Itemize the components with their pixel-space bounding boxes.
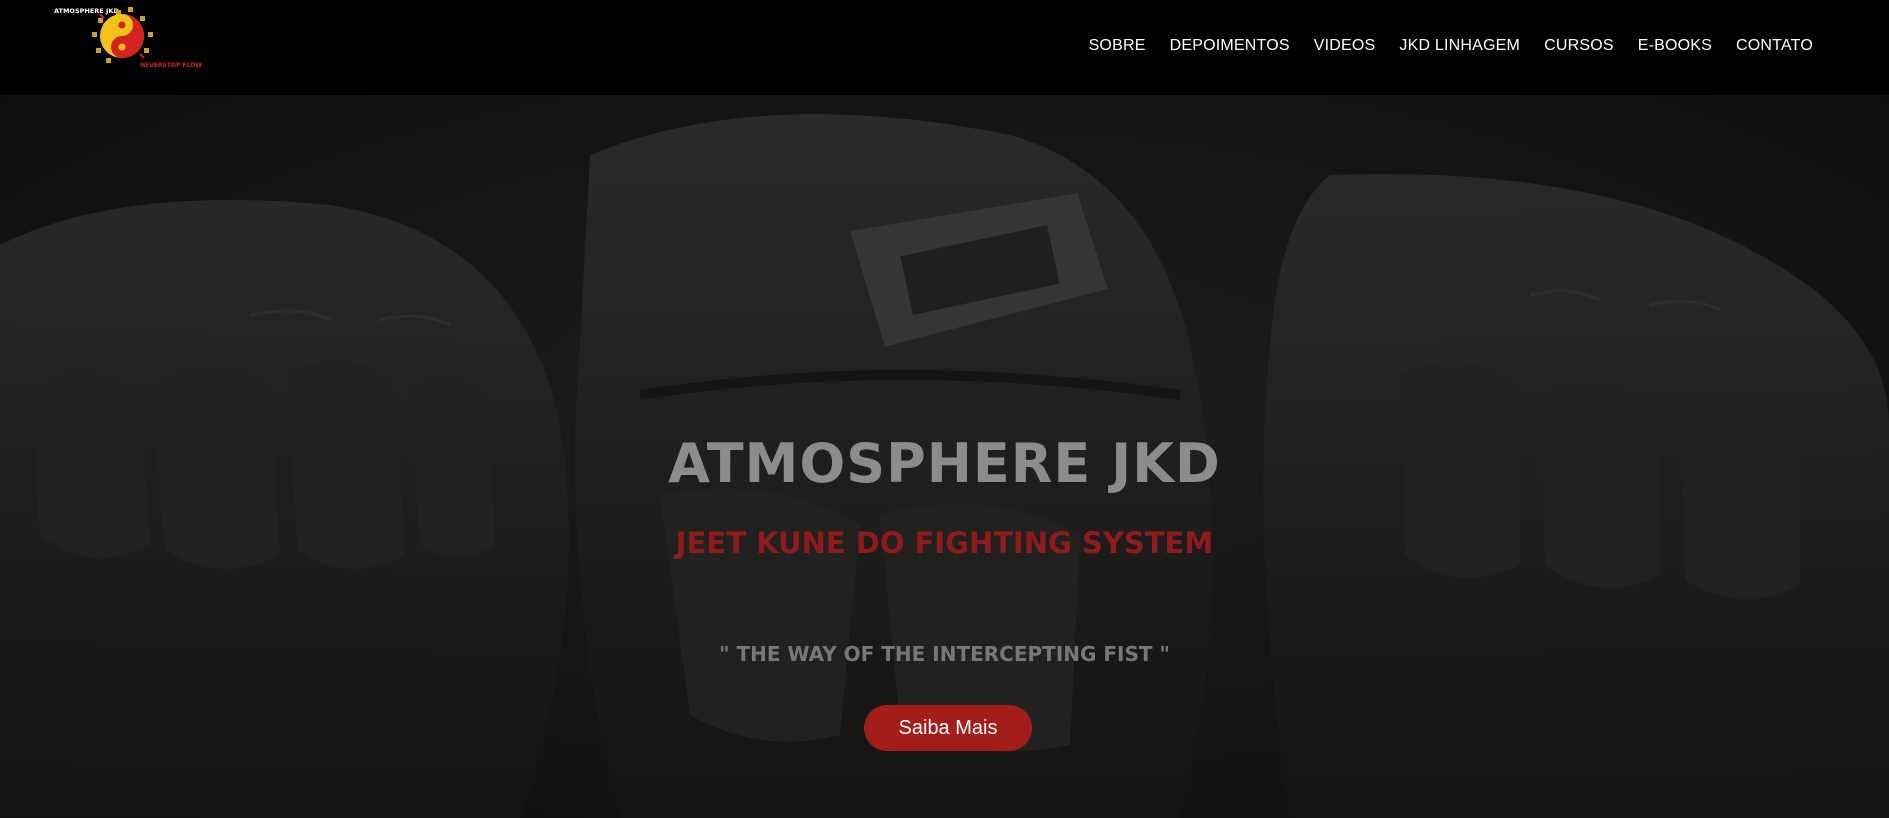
saiba-mais-button[interactable]: Saiba Mais: [864, 705, 1032, 751]
hero-quote: " THE WAY OF THE INTERCEPTING FIST ": [719, 642, 1170, 666]
hero-title: ATMOSPHERE JKD: [668, 432, 1221, 495]
nav-item-ebooks[interactable]: E-BOOKS: [1638, 36, 1712, 56]
nav-item-videos[interactable]: VIDEOS: [1314, 36, 1376, 56]
logo-brand-text: ATMOSPHERE JKD: [54, 7, 119, 15]
nav-item-cursos[interactable]: CURSOS: [1544, 36, 1614, 56]
yin-yang-jkd-emblem-icon: ATMOSPHERE JKD NEVERSTOP FLOW: [54, 7, 202, 69]
site-header: ATMOSPHERE JKD NEVERSTOP FLOW SOBRE DEPO…: [0, 0, 1889, 95]
nav-item-contato[interactable]: CONTATO: [1736, 36, 1813, 56]
page: ATMOSPHERE JKD NEVERSTOP FLOW SOBRE DEPO…: [0, 0, 1889, 818]
hero-subtitle: JEET KUNE DO FIGHTING SYSTEM: [675, 526, 1214, 560]
nav-item-depoimentos[interactable]: DEPOIMENTOS: [1170, 36, 1290, 56]
site-logo[interactable]: ATMOSPHERE JKD NEVERSTOP FLOW: [52, 4, 232, 82]
nav-item-jkd-linhagem[interactable]: JKD LINHAGEM: [1399, 36, 1520, 56]
main-nav: SOBRE DEPOIMENTOS VIDEOS JKD LINHAGEM CU…: [1065, 36, 1813, 56]
logo-tagline: NEVERSTOP FLOW: [140, 62, 202, 69]
nav-item-sobre[interactable]: SOBRE: [1089, 36, 1146, 56]
hero-section: ATMOSPHERE JKD JEET KUNE DO FIGHTING SYS…: [0, 95, 1889, 818]
